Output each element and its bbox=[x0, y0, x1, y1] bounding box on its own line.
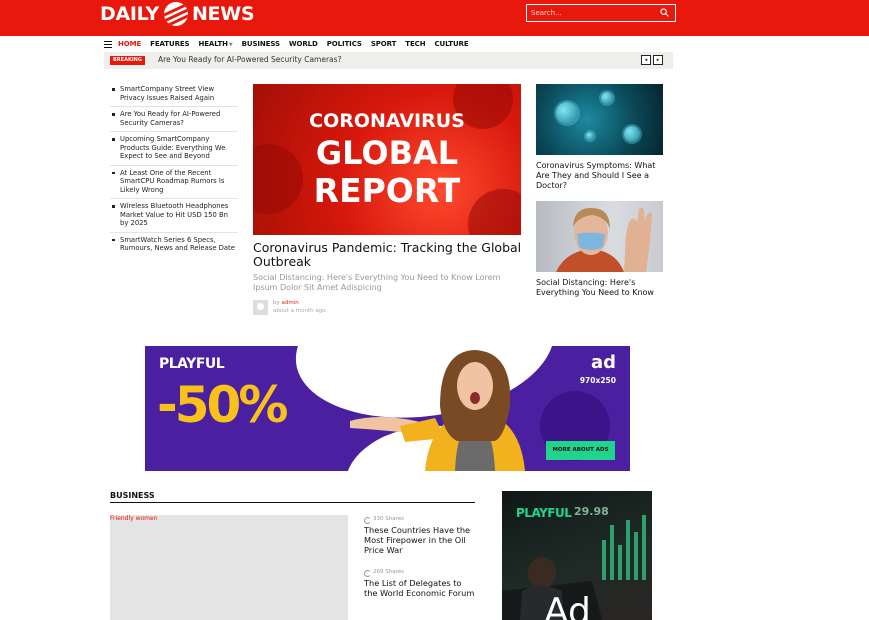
hamburger-menu-icon[interactable] bbox=[104, 40, 112, 48]
nav-health-label: HEALTH bbox=[198, 40, 228, 48]
chevron-down-icon: ▼ bbox=[228, 42, 233, 48]
search-input[interactable] bbox=[527, 5, 657, 21]
breaking-headline[interactable]: Are You Ready for AI-Powered Security Ca… bbox=[158, 55, 342, 64]
list-item[interactable]: Are You Ready for AI-Powered Security Ca… bbox=[110, 107, 238, 132]
broken-image-alt-text: Friendly women bbox=[110, 515, 158, 522]
author-link[interactable]: admin bbox=[282, 300, 299, 306]
nav-politics[interactable]: POLITICS bbox=[327, 40, 362, 48]
author-byline: by admin bbox=[273, 300, 299, 306]
breaking-news-bar: BREAKING Are You Ready for AI-Powered Se… bbox=[104, 52, 673, 69]
hero-image-text-2: GLOBAL bbox=[315, 134, 459, 172]
breaking-badge: BREAKING bbox=[110, 56, 145, 65]
trending-list: SmartCompany Street View Privacy Issues … bbox=[110, 82, 238, 257]
next-arrow-button[interactable]: ▸ bbox=[653, 55, 663, 65]
hero-excerpt: Social Distancing: Here's Everything You… bbox=[253, 273, 501, 292]
side-ad-brand: PLAYFUL bbox=[516, 506, 572, 520]
business-post-title[interactable]: These Countries Have the Most Firepower … bbox=[364, 525, 476, 555]
ad-woman-illustration bbox=[350, 350, 525, 471]
nav-tech[interactable]: TECH bbox=[405, 40, 425, 48]
top-header-bar: DAILY NEWS bbox=[0, 0, 869, 36]
globe-icon bbox=[163, 2, 188, 26]
virus-particle bbox=[586, 132, 594, 140]
side-post-title[interactable]: Coronavirus Symptoms: What Are They and … bbox=[536, 161, 666, 191]
hero-image-text-1: CORONAVIRUS bbox=[309, 110, 465, 132]
list-item[interactable]: SmartCompany Street View Privacy Issues … bbox=[110, 82, 238, 107]
search-box bbox=[526, 4, 676, 22]
hero-image[interactable]: CORONAVIRUS GLOBAL REPORT bbox=[253, 84, 521, 235]
nav-culture[interactable]: CULTURE bbox=[434, 40, 468, 48]
side-ad-number: 29.98 bbox=[574, 505, 609, 518]
nav-features[interactable]: FEATURES bbox=[150, 40, 189, 48]
virus-particle bbox=[556, 102, 578, 124]
list-item[interactable]: Upcoming SmartCompany Products Guide: Ev… bbox=[110, 132, 238, 166]
section-divider bbox=[110, 502, 475, 503]
virus-particle bbox=[601, 92, 613, 104]
logo-text-news: NEWS bbox=[191, 3, 255, 25]
virus-image[interactable] bbox=[536, 84, 663, 155]
post-time: about a month ago bbox=[273, 308, 326, 314]
section-title-business[interactable]: BUSINESS bbox=[110, 491, 155, 500]
by-label: by bbox=[273, 300, 280, 306]
list-item[interactable]: SmartWatch Series 6 Specs, Rumours, News… bbox=[110, 233, 238, 257]
nav-home[interactable]: HOME bbox=[118, 40, 141, 48]
site-logo[interactable]: DAILY NEWS bbox=[100, 2, 255, 26]
share-count: 269 Shares bbox=[364, 569, 476, 577]
prev-arrow-button[interactable]: ◂ bbox=[641, 55, 651, 65]
main-nav: HOME FEATURES HEALTH▼ BUSINESS WORLD POL… bbox=[100, 38, 478, 50]
list-item[interactable]: Wireless Bluetooth Headphones Market Val… bbox=[110, 199, 238, 233]
avatar[interactable] bbox=[253, 300, 268, 315]
business-post-title[interactable]: The List of Delegates to the World Econo… bbox=[364, 578, 476, 598]
search-icon[interactable] bbox=[660, 8, 669, 17]
business-post[interactable]: 330 Shares These Countries Have the Most… bbox=[364, 516, 476, 555]
nav-business[interactable]: BUSINESS bbox=[242, 40, 280, 48]
hero-title[interactable]: Coronavirus Pandemic: Tracking the Globa… bbox=[253, 241, 523, 269]
nav-world[interactable]: WORLD bbox=[289, 40, 318, 48]
mask-woman-image[interactable] bbox=[536, 201, 663, 272]
more-about-ads-button[interactable]: MORE ABOUT ADS bbox=[546, 441, 615, 460]
nav-health[interactable]: HEALTH▼ bbox=[198, 40, 232, 48]
business-post[interactable]: 269 Shares The List of Delegates to the … bbox=[364, 569, 476, 598]
virus-particle bbox=[624, 126, 640, 142]
ad-label: ad bbox=[590, 352, 616, 373]
hero-image-text-3: REPORT bbox=[313, 171, 461, 210]
ad-brand: PLAYFUL bbox=[159, 356, 225, 372]
business-image[interactable]: Friendly women bbox=[110, 515, 348, 620]
share-count: 330 Shares bbox=[364, 516, 476, 524]
ad-discount: -50% bbox=[157, 376, 288, 434]
logo-text-daily: DAILY bbox=[100, 3, 159, 25]
side-post-title[interactable]: Social Distancing: Here's Everything You… bbox=[536, 278, 666, 298]
ad-size: 970x250 bbox=[579, 376, 616, 385]
sidebar-ad[interactable]: PLAYFUL 29.98 Ad bbox=[502, 491, 652, 620]
ad-banner[interactable]: PLAYFUL -50% ad 970x250 MORE ABOUT ADS bbox=[145, 346, 630, 471]
nav-sport[interactable]: SPORT bbox=[371, 40, 397, 48]
side-ad-big-text: Ad bbox=[544, 591, 591, 620]
mask-woman-illustration bbox=[556, 207, 652, 272]
list-item[interactable]: At Least One of the Recent SmartCPU Road… bbox=[110, 166, 238, 199]
